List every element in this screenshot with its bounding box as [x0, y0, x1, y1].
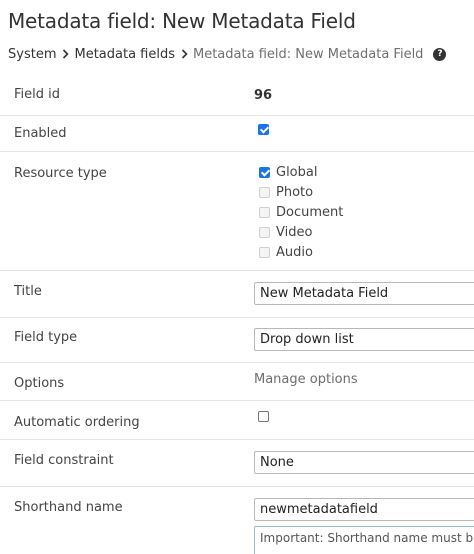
field-id-row: Field id 96 [0, 78, 474, 116]
field-id-label: Field id [14, 87, 61, 102]
resource-type-document-checkbox[interactable] [259, 206, 270, 218]
enabled-checkbox[interactable] [258, 124, 269, 135]
automatic-ordering-checkbox[interactable] [258, 411, 269, 422]
shorthand-name-warning: Important: Shorthand name must b [254, 526, 474, 554]
enabled-row: Enabled [0, 116, 474, 152]
field-constraint-row: Field constraint None [0, 440, 474, 487]
resource-type-option-audio[interactable]: Audio [254, 242, 343, 262]
resource-type-option-label: Photo [276, 184, 314, 200]
field-constraint-label: Field constraint [14, 453, 114, 468]
resource-type-audio-checkbox[interactable] [259, 246, 270, 258]
field-type-row: Field type Drop down list [0, 318, 474, 363]
resource-type-row: Resource type Global Photo Document Vide… [0, 152, 474, 271]
metadata-field-page: Metadata field: New Metadata Field Syste… [0, 0, 474, 554]
resource-type-label: Resource type [14, 166, 107, 181]
resource-type-option-document[interactable]: Document [254, 202, 343, 222]
metadata-field-form: Field id 96 Enabled Resource type Global… [0, 78, 474, 554]
automatic-ordering-label: Automatic ordering [14, 415, 140, 430]
field-id-value: 96 [254, 88, 273, 103]
resource-type-global-checkbox[interactable] [259, 166, 270, 178]
shorthand-name-input[interactable]: newmetadatafield [254, 498, 474, 521]
options-row: Options Manage options [0, 363, 474, 401]
enabled-label: Enabled [14, 126, 67, 141]
field-type-select[interactable]: Drop down list [254, 328, 474, 351]
field-type-label: Field type [14, 330, 78, 345]
help-icon[interactable]: ? [433, 47, 447, 61]
breadcrumb-system-link[interactable]: System [8, 47, 56, 62]
breadcrumb-current: Metadata field: New Metadata Field [193, 46, 424, 62]
title-row: Title New Metadata Field [0, 271, 474, 318]
resource-type-option-label: Global [276, 164, 318, 180]
chevron-right-icon [176, 49, 192, 59]
resource-type-option-global[interactable]: Global [254, 162, 343, 182]
manage-options-link[interactable]: Manage options [254, 372, 358, 387]
resource-type-option-label: Audio [276, 244, 313, 260]
resource-type-photo-checkbox[interactable] [259, 186, 270, 198]
resource-type-option-label: Document [276, 204, 344, 220]
resource-type-option-photo[interactable]: Photo [254, 182, 343, 202]
resource-type-option-video[interactable]: Video [254, 222, 343, 242]
automatic-ordering-row: Automatic ordering [0, 401, 474, 440]
title-input[interactable]: New Metadata Field [254, 282, 474, 305]
options-label: Options [14, 376, 65, 391]
resource-type-option-label: Video [276, 224, 313, 240]
field-constraint-select[interactable]: None [254, 451, 474, 474]
shorthand-name-label: Shorthand name [14, 500, 123, 515]
chevron-right-icon [57, 49, 73, 59]
breadcrumb-metadata-fields-link[interactable]: Metadata fields [74, 47, 175, 62]
title-label: Title [14, 284, 42, 299]
resource-type-video-checkbox[interactable] [259, 226, 270, 238]
breadcrumb: System Metadata fields Metadata field: N… [8, 45, 447, 63]
page-title: Metadata field: New Metadata Field [8, 9, 356, 33]
resource-type-options: Global Photo Document Video Audio [254, 162, 343, 262]
